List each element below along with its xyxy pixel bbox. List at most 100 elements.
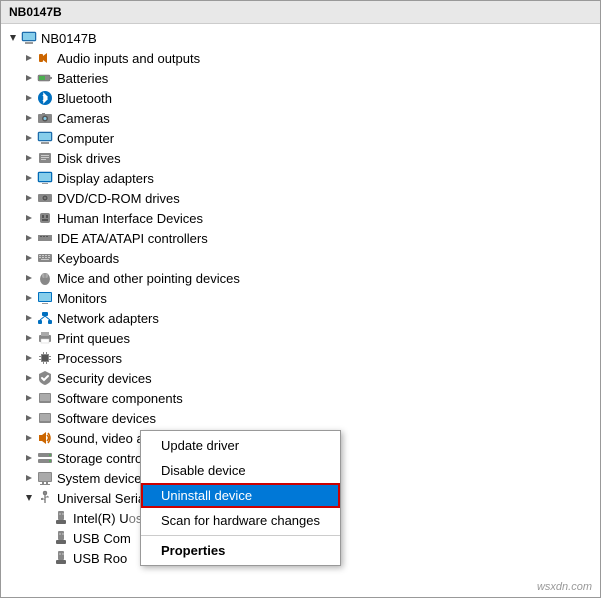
audio-icon xyxy=(37,50,53,66)
tree-item-computer[interactable]: Computer xyxy=(1,128,600,148)
expand-icon-usb-root[interactable] xyxy=(37,550,53,566)
expand-icon-nb0147b[interactable] xyxy=(5,30,21,46)
tree-item-audio[interactable]: Audio inputs and outputs xyxy=(1,48,600,68)
tree-label-processors: Processors xyxy=(57,351,122,366)
tree-item-bluetooth[interactable]: Bluetooth xyxy=(1,88,600,108)
tree-label-network: Network adapters xyxy=(57,311,159,326)
tree-label-security: Security devices xyxy=(57,371,152,386)
tree-label-softdev: Software devices xyxy=(57,411,156,426)
tree-item-disk[interactable]: Disk drives xyxy=(1,148,600,168)
system-icon xyxy=(37,470,53,486)
tree-label-ide: IDE ATA/ATAPI controllers xyxy=(57,231,208,246)
sound-icon xyxy=(37,430,53,446)
context-menu-separator xyxy=(141,535,340,536)
expand-icon-intel-usb[interactable] xyxy=(37,510,53,526)
tree-label-print: Print queues xyxy=(57,331,130,346)
context-menu-item-scan-changes[interactable]: Scan for hardware changes xyxy=(141,508,340,533)
context-menu-item-update-driver[interactable]: Update driver xyxy=(141,433,340,458)
tree-item-print[interactable]: Print queues xyxy=(1,328,600,348)
expand-icon-monitors[interactable] xyxy=(21,290,37,306)
hid-icon xyxy=(37,210,53,226)
display-icon xyxy=(37,170,53,186)
tree-item-cameras[interactable]: Cameras xyxy=(1,108,600,128)
expand-icon-keyboards[interactable] xyxy=(21,250,37,266)
security-icon xyxy=(37,370,53,386)
tree-label-usb-root: USB Roo xyxy=(73,551,127,566)
tree-label-dvd: DVD/CD-ROM drives xyxy=(57,191,180,206)
watermark: wsxdn.com xyxy=(537,581,592,593)
print-icon xyxy=(37,330,53,346)
expand-icon-usb[interactable] xyxy=(21,490,37,506)
camera-icon xyxy=(37,110,53,126)
tree-item-nb0147b[interactable]: NB0147B xyxy=(1,28,600,48)
tree-label-keyboards: Keyboards xyxy=(57,251,119,266)
expand-icon-processors[interactable] xyxy=(21,350,37,366)
title-bar: NB0147B xyxy=(1,1,600,24)
expand-icon-softdev[interactable] xyxy=(21,410,37,426)
expand-icon-network[interactable] xyxy=(21,310,37,326)
expand-icon-display[interactable] xyxy=(21,170,37,186)
expand-icon-bluetooth[interactable] xyxy=(21,90,37,106)
expand-icon-cameras[interactable] xyxy=(21,110,37,126)
expand-icon-sysdev[interactable] xyxy=(21,470,37,486)
tree-item-softdev[interactable]: Software devices xyxy=(1,408,600,428)
tree-item-keyboards[interactable]: Keyboards xyxy=(1,248,600,268)
expand-icon-mice[interactable] xyxy=(21,270,37,286)
battery-icon xyxy=(37,70,53,86)
ide-icon xyxy=(37,230,53,246)
usb-icon xyxy=(37,490,53,506)
software-icon xyxy=(37,390,53,406)
expand-icon-security[interactable] xyxy=(21,370,37,386)
tree-label-intel-usb: Intel(R) U xyxy=(73,511,129,526)
dvd-icon xyxy=(37,190,53,206)
tree-item-monitors[interactable]: Monitors xyxy=(1,288,600,308)
disk-icon xyxy=(37,150,53,166)
tree-label-batteries: Batteries xyxy=(57,71,108,86)
tree-item-batteries[interactable]: Batteries xyxy=(1,68,600,88)
expand-icon-audio[interactable] xyxy=(21,50,37,66)
tree-item-network[interactable]: Network adapters xyxy=(1,308,600,328)
tree-item-security[interactable]: Security devices xyxy=(1,368,600,388)
usb-device-icon xyxy=(53,550,69,566)
tree-label-audio: Audio inputs and outputs xyxy=(57,51,200,66)
expand-icon-hid[interactable] xyxy=(21,210,37,226)
tree-label-display: Display adapters xyxy=(57,171,154,186)
tree-item-dvd[interactable]: DVD/CD-ROM drives xyxy=(1,188,600,208)
context-menu-item-disable-device[interactable]: Disable device xyxy=(141,458,340,483)
context-menu: Update driverDisable deviceUninstall dev… xyxy=(140,430,341,566)
tree-item-mice[interactable]: Mice and other pointing devices xyxy=(1,268,600,288)
tree-item-softcomp[interactable]: Software components xyxy=(1,388,600,408)
expand-icon-computer[interactable] xyxy=(21,130,37,146)
tree-item-processors[interactable]: Processors xyxy=(1,348,600,368)
expand-icon-storage[interactable] xyxy=(21,450,37,466)
context-menu-item-uninstall-device[interactable]: Uninstall device xyxy=(141,483,340,508)
mice-icon xyxy=(37,270,53,286)
expand-icon-disk[interactable] xyxy=(21,150,37,166)
usb-device-icon xyxy=(53,530,69,546)
window-title: NB0147B xyxy=(9,5,62,19)
tree-label-mice: Mice and other pointing devices xyxy=(57,271,240,286)
keyboard-icon xyxy=(37,250,53,266)
tree-item-hid[interactable]: Human Interface Devices xyxy=(1,208,600,228)
context-menu-item-properties[interactable]: Properties xyxy=(141,538,340,563)
tree-label-nb0147b: NB0147B xyxy=(41,31,97,46)
expand-icon-ide[interactable] xyxy=(21,230,37,246)
software-icon xyxy=(37,410,53,426)
tree-item-ide[interactable]: IDE ATA/ATAPI controllers xyxy=(1,228,600,248)
computer-icon xyxy=(21,30,37,46)
expand-icon-print[interactable] xyxy=(21,330,37,346)
tree-label-bluetooth: Bluetooth xyxy=(57,91,112,106)
tree-label-monitors: Monitors xyxy=(57,291,107,306)
tree-label-sysdev: System devices xyxy=(57,471,148,486)
monitor-icon xyxy=(37,290,53,306)
expand-icon-sound[interactable] xyxy=(21,430,37,446)
expand-icon-dvd[interactable] xyxy=(21,190,37,206)
tree-label-softcomp: Software components xyxy=(57,391,183,406)
expand-icon-usb-comp[interactable] xyxy=(37,530,53,546)
computer-icon xyxy=(37,130,53,146)
tree-label-cameras: Cameras xyxy=(57,111,110,126)
expand-icon-softcomp[interactable] xyxy=(21,390,37,406)
expand-icon-batteries[interactable] xyxy=(21,70,37,86)
tree-item-display[interactable]: Display adapters xyxy=(1,168,600,188)
tree-label-hid: Human Interface Devices xyxy=(57,211,203,226)
